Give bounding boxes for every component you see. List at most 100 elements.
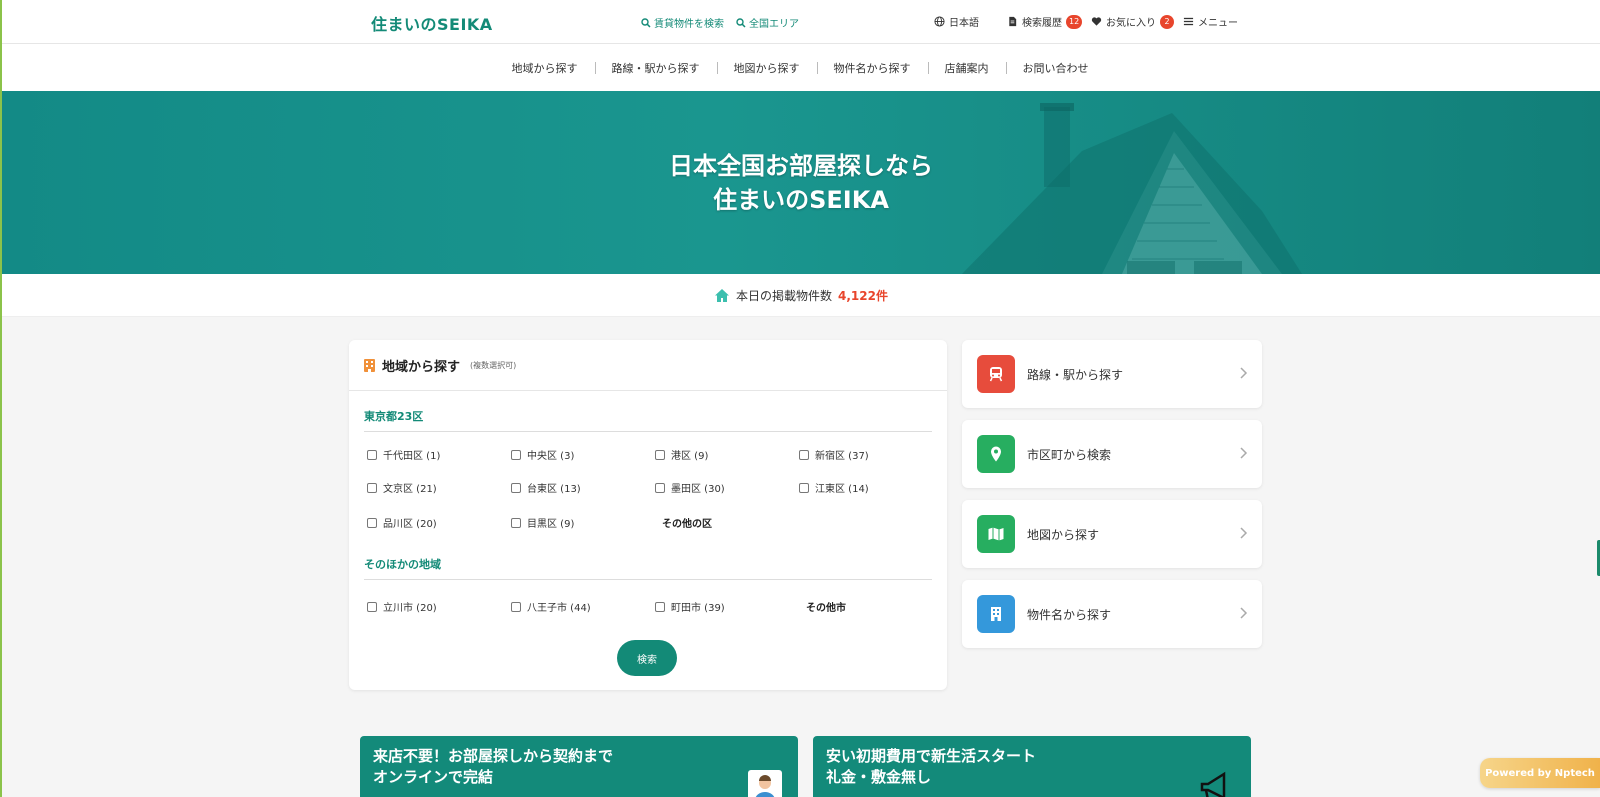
region-option[interactable]: 文京区 (21)	[367, 480, 437, 495]
promo-line1: 来店不要！お部屋探しから契約まで	[373, 747, 614, 765]
card-station-search[interactable]: 路線・駅から探す	[962, 340, 1262, 408]
region-option[interactable]: 江東区 (14)	[799, 480, 869, 495]
group-title-other-areas: そのほかの地域	[364, 558, 441, 571]
region-option-label: 文京区 (21)	[383, 484, 437, 495]
nav-item-contact[interactable]: お問い合わせ	[1005, 60, 1106, 76]
card-icon-box	[977, 595, 1015, 633]
checkbox[interactable]	[367, 482, 377, 493]
checkbox[interactable]	[799, 482, 809, 493]
region-option[interactable]: 墨田区 (30)	[655, 480, 725, 495]
menu-button[interactable]: メニュー	[1183, 14, 1238, 29]
region-panel-header: 地域から探す (複数選択可)	[349, 340, 947, 391]
train-icon	[989, 367, 1003, 382]
chevron-right-icon	[1240, 527, 1248, 539]
region-option[interactable]: 中央区 (3)	[511, 447, 574, 462]
region-option-label: 八王子市 (44)	[527, 603, 591, 614]
region-option[interactable]: 八王子市 (44)	[511, 599, 591, 614]
promo-line2: オンラインで完結	[373, 768, 494, 786]
region-panel-title: 地域から探す	[382, 359, 461, 375]
megaphone-icon	[1200, 771, 1226, 797]
checkbox[interactable]	[367, 449, 377, 460]
region-option-label: 町田市 (39)	[671, 603, 725, 614]
checkbox[interactable]	[655, 449, 665, 460]
building-icon	[991, 607, 1001, 621]
all-area-link[interactable]: 全国エリア	[736, 15, 799, 30]
region-panel-subtitle: (複数選択可)	[470, 360, 517, 370]
map-icon	[988, 527, 1004, 541]
search-rental-link[interactable]: 賃貸物件を検索	[641, 15, 724, 30]
card-label: 路線・駅から探す	[1027, 367, 1124, 382]
powered-by-badge[interactable]: Powered by Nptech	[1480, 758, 1600, 788]
nav-item-region[interactable]: 地域から探す	[495, 60, 595, 76]
history-count-badge: 12	[1066, 14, 1083, 29]
region-option-label: 中央区 (3)	[527, 451, 575, 462]
card-property-name-search[interactable]: 物件名から探す	[962, 580, 1262, 648]
listing-count-bar: 本日の掲載物件数 4,122件	[2, 274, 1600, 317]
region-option-label: 墨田区 (30)	[671, 484, 725, 495]
card-city-search[interactable]: 市区町から検索	[962, 420, 1262, 488]
promo-online-contract[interactable]: 来店不要！お部屋探しから契約まで オンラインで完結	[360, 736, 798, 797]
region-option-label: 新宿区 (37)	[815, 451, 869, 462]
nav-item-station[interactable]: 路線・駅から探す	[594, 60, 717, 76]
language-selector[interactable]: 日本語	[934, 14, 979, 29]
card-label: 物件名から探す	[1027, 607, 1112, 622]
region-option[interactable]: 新宿区 (37)	[799, 447, 869, 462]
region-search-panel: 地域から探す (複数選択可) 東京都23区 千代田区 (1) 中央区 (3) 港…	[349, 340, 947, 690]
region-option[interactable]: 台東区 (13)	[511, 480, 581, 495]
region-option-label: 千代田区 (1)	[383, 451, 441, 462]
favorites-count-badge: 2	[1160, 14, 1174, 29]
region-option[interactable]: 立川市 (20)	[367, 599, 437, 614]
divider	[364, 579, 932, 580]
header: 住まいのSEIKA 賃貸物件を検索 全国エリア 日本語 検索履歴 12 お気に入…	[0, 0, 1600, 44]
nav-item-stores[interactable]: 店舗案内	[927, 60, 1006, 76]
checkbox[interactable]	[655, 482, 665, 493]
region-option[interactable]: 品川区 (20)	[367, 515, 437, 530]
search-button[interactable]: 検索	[617, 640, 677, 676]
chevron-right-icon	[1240, 607, 1248, 619]
hero-title-line2: 住まいのSEIKA	[713, 186, 889, 214]
region-option-label: 品川区 (20)	[383, 519, 437, 530]
promo-line2: 礼金・敷金無し	[826, 768, 932, 786]
building-icon	[364, 358, 375, 372]
region-option-label: 目黒区 (9)	[527, 519, 575, 530]
region-option[interactable]: 千代田区 (1)	[367, 447, 440, 462]
heart-icon	[1091, 17, 1102, 26]
other-cities-link[interactable]: その他市	[806, 599, 846, 614]
checkbox[interactable]	[367, 601, 377, 612]
checkbox[interactable]	[367, 517, 377, 528]
checkbox[interactable]	[511, 517, 521, 528]
group-title-tokyo23: 東京都23区	[364, 410, 424, 423]
nav-item-property-name[interactable]: 物件名から探す	[816, 60, 928, 76]
region-option[interactable]: 港区 (9)	[655, 447, 708, 462]
nav-item-map[interactable]: 地図から探す	[716, 60, 817, 76]
all-area-label: 全国エリア	[749, 19, 799, 30]
main-nav: 地域から探す 路線・駅から探す 地図から探す 物件名から探す 店舗案内 お問い合…	[0, 44, 1600, 91]
region-option-label: 江東区 (14)	[815, 484, 869, 495]
card-icon-box	[977, 435, 1015, 473]
chevron-right-icon	[1240, 367, 1248, 379]
menu-label: メニュー	[1198, 18, 1238, 29]
region-option-label: 立川市 (20)	[383, 603, 437, 614]
checkbox[interactable]	[511, 449, 521, 460]
hero-title: 日本全国お部屋探しなら 住まいのSEIKA	[2, 149, 1600, 217]
site-logo[interactable]: 住まいのSEIKA	[371, 11, 493, 35]
globe-icon	[934, 16, 945, 27]
hamburger-icon	[1183, 17, 1194, 26]
favorites-label: お気に入り	[1106, 18, 1156, 29]
promo-low-initial-cost[interactable]: 安い初期費用で新生活スタート 礼金・敷金無し	[813, 736, 1251, 797]
promo-line1: 安い初期費用で新生活スタート	[826, 747, 1037, 765]
search-history-link[interactable]: 検索履歴 12	[1007, 14, 1083, 29]
checkbox[interactable]	[511, 482, 521, 493]
checkbox[interactable]	[511, 601, 521, 612]
favorites-link[interactable]: お気に入り 2	[1091, 14, 1174, 29]
listing-count-label: 本日の掲載物件数	[736, 288, 833, 303]
region-option[interactable]: 目黒区 (9)	[511, 515, 574, 530]
promo-text: 来店不要！お部屋探しから契約まで オンラインで完結	[373, 746, 613, 788]
checkbox[interactable]	[655, 601, 665, 612]
checkbox[interactable]	[799, 449, 809, 460]
language-label: 日本語	[949, 18, 979, 29]
region-option[interactable]: 町田市 (39)	[655, 599, 725, 614]
card-map-search[interactable]: 地図から探す	[962, 500, 1262, 568]
other-wards-link[interactable]: その他の区	[662, 515, 712, 530]
divider	[364, 431, 932, 432]
